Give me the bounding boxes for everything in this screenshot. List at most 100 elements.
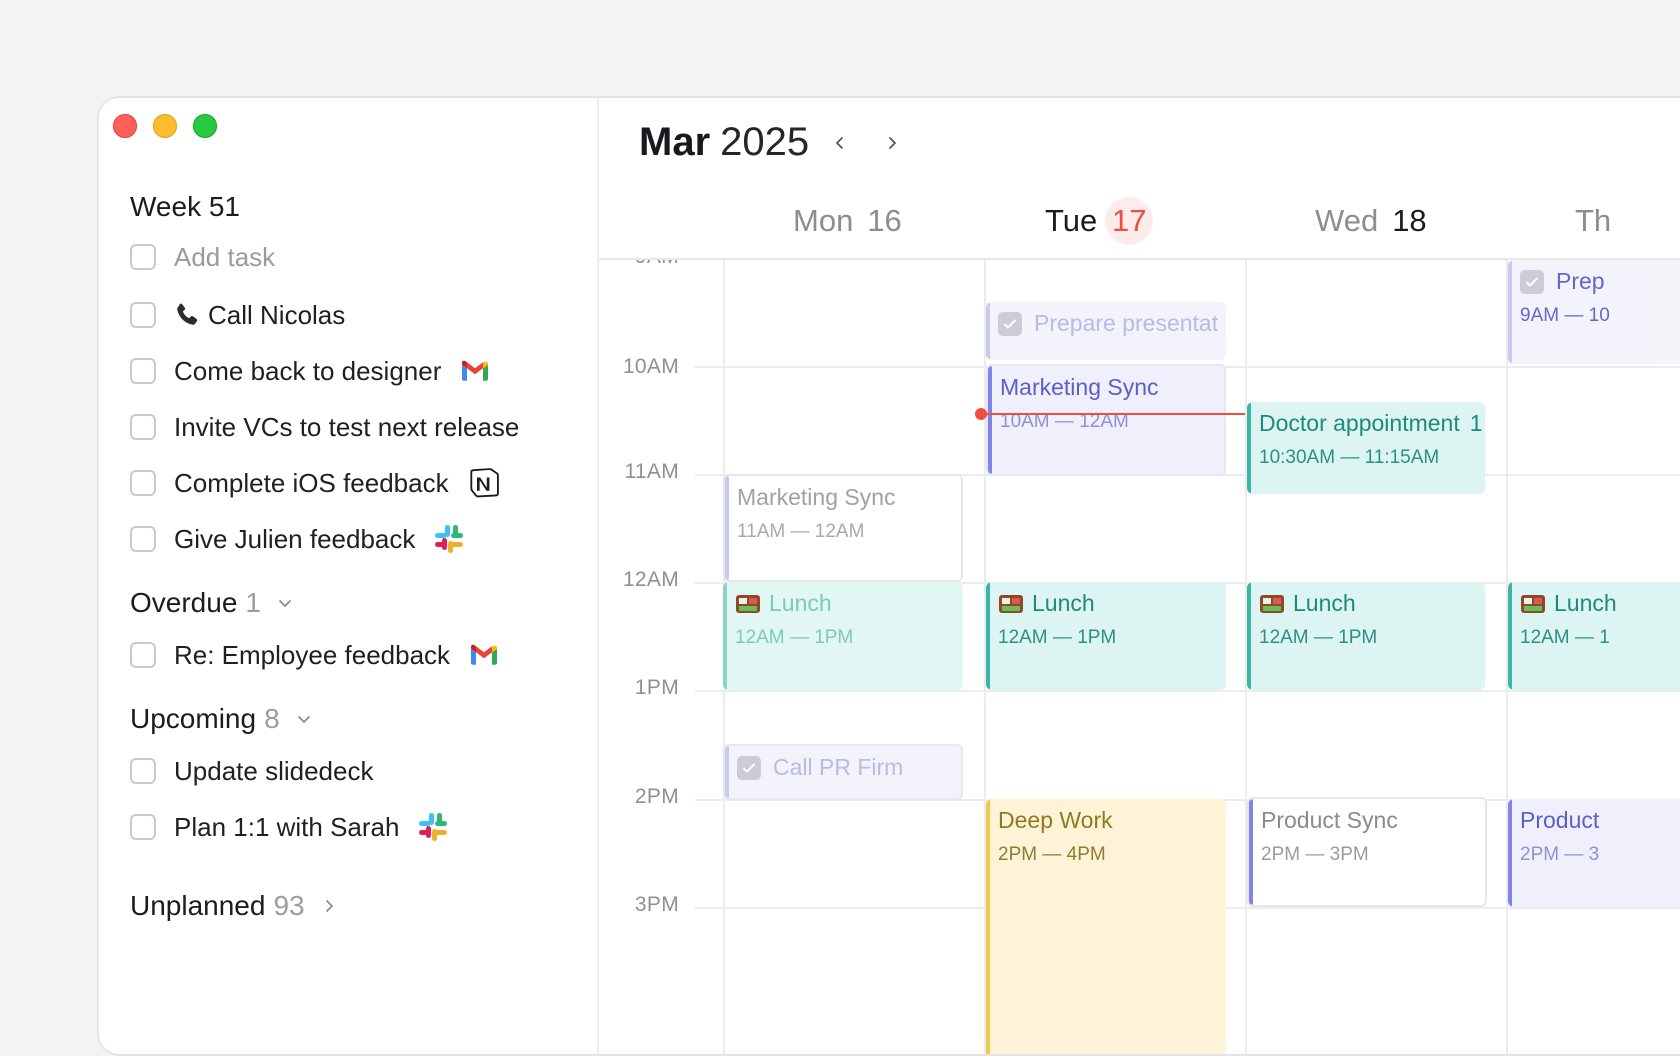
event-title-row: Lunch xyxy=(998,590,1226,617)
event-color-bar xyxy=(986,799,990,1054)
event-marketing-sync-mon[interactable]: Marketing Sync 11AM — 12AM xyxy=(723,474,963,582)
chevron-down-icon[interactable] xyxy=(296,711,312,727)
event-title-row: Call PR Firm xyxy=(737,754,961,781)
task-item[interactable]: Re: Employee feedback xyxy=(130,638,500,672)
unplanned-count: 93 xyxy=(273,890,305,921)
day-header-thu[interactable]: Th xyxy=(1575,196,1611,246)
event-title: Call PR Firm xyxy=(773,754,904,780)
task-checkbox[interactable] xyxy=(130,814,156,840)
chevron-right-icon[interactable] xyxy=(321,898,337,914)
task-checkbox[interactable] xyxy=(130,758,156,784)
add-task-item[interactable]: Add task xyxy=(130,240,275,274)
time-label: 2PM xyxy=(634,785,679,808)
event-color-bar xyxy=(725,746,729,798)
event-product-sync-thu[interactable]: Product 2PM — 3 xyxy=(1508,799,1680,907)
slack-icon xyxy=(435,525,464,553)
time-label: 12AM xyxy=(622,568,679,591)
day-number: 16 xyxy=(867,203,902,238)
section-upcoming-title: Upcoming xyxy=(130,703,257,734)
task-checkbox[interactable] xyxy=(130,470,156,496)
task-item[interactable]: Complete iOS feedback xyxy=(130,466,499,500)
today-badge: 17 xyxy=(1105,197,1154,245)
task-checkbox[interactable] xyxy=(130,414,156,440)
event-lunch-tue[interactable]: Lunch 12AM — 1PM xyxy=(986,582,1226,690)
event-lunch-mon[interactable]: Lunch 12AM — 1PM xyxy=(723,582,963,690)
event-title: Lunch xyxy=(1293,590,1356,616)
day-header-mon[interactable]: Mon 16 xyxy=(793,196,902,246)
task-item[interactable]: Plan 1:1 with Sarah xyxy=(130,810,449,844)
bento-icon xyxy=(1260,594,1284,613)
task-checkbox[interactable] xyxy=(130,526,156,552)
day-header-wed[interactable]: Wed 18 xyxy=(1315,196,1427,246)
section-upcoming[interactable]: Upcoming 8 xyxy=(130,703,312,735)
calendar-pane: Mar2025 Mon 16 Tue 17 Wed 18 Th 9AM 10AM xyxy=(599,98,1680,1054)
event-time: 12AM — 1PM xyxy=(735,627,854,648)
section-unplanned[interactable]: Unplanned 93 xyxy=(130,890,337,922)
task-checkbox[interactable] xyxy=(130,358,156,384)
event-color-bar xyxy=(1247,582,1251,690)
event-time: 9AM — 10 xyxy=(1520,305,1610,326)
day-header-tue[interactable]: Tue 17 xyxy=(1045,196,1154,246)
event-title: Lunch xyxy=(1554,590,1617,616)
event-time: 2PM — 4PM xyxy=(998,844,1106,865)
event-time: 12AM — 1 xyxy=(1520,627,1610,648)
event-lunch-wed[interactable]: Lunch 12AM — 1PM xyxy=(1247,582,1485,690)
event-title-row: Lunch xyxy=(735,590,963,617)
chevron-right-icon xyxy=(889,137,896,149)
task-label: Update slidedeck xyxy=(174,755,374,786)
time-label: 10AM xyxy=(622,355,679,378)
event-color-bar xyxy=(1508,799,1512,907)
overdue-count: 1 xyxy=(245,587,261,618)
event-prepare-presentation-thu[interactable]: Prep 9AM — 10 xyxy=(1508,260,1680,364)
event-prepare-presentation[interactable]: Prepare presentat xyxy=(986,302,1226,360)
task-label: Invite VCs to test next release xyxy=(174,411,520,442)
task-item[interactable]: Invite VCs to test next release xyxy=(130,410,519,444)
task-sidebar: Week 51 Add task Call Nicolas Come back … xyxy=(99,98,599,1054)
time-label: 9AM xyxy=(599,260,679,269)
section-overdue[interactable]: Overdue 1 xyxy=(130,587,293,619)
event-color-bar xyxy=(988,366,992,474)
next-week-button[interactable] xyxy=(875,126,909,160)
task-label: Complete iOS feedback xyxy=(174,467,449,498)
event-doctor-appointment[interactable]: Doctor appointment 1 10:30AM — 11:15AM xyxy=(1247,402,1485,494)
chevron-down-icon[interactable] xyxy=(277,595,293,611)
task-checkbox[interactable] xyxy=(130,302,156,328)
event-time: 12AM — 1PM xyxy=(1259,627,1378,648)
event-color-bar xyxy=(723,582,727,690)
task-item[interactable]: Call Nicolas xyxy=(130,298,345,332)
prev-week-button[interactable] xyxy=(823,126,857,160)
task-item[interactable]: Come back to designer xyxy=(130,354,491,388)
chevron-left-icon xyxy=(836,137,843,149)
month-year: 2025 xyxy=(720,120,810,164)
task-item[interactable]: Give Julien feedback xyxy=(130,522,465,556)
notion-icon xyxy=(469,468,499,498)
event-color-bar xyxy=(1508,582,1512,690)
task-checkbox[interactable] xyxy=(130,244,156,270)
event-title-row: Doctor appointment 1 xyxy=(1259,410,1485,437)
task-label: Plan 1:1 with Sarah xyxy=(174,811,400,842)
section-overdue-title: Overdue xyxy=(130,587,238,618)
event-time: 10:30AM — 11:15AM xyxy=(1259,447,1440,468)
time-label: 1PM xyxy=(634,676,679,699)
event-title-row: Prepare presentat xyxy=(998,310,1226,337)
task-label: Come back to designer xyxy=(174,355,442,386)
task-item[interactable]: Update slidedeck xyxy=(130,754,373,788)
time-grid[interactable]: 9AM 10AM 11AM 12AM 1PM 2PM 3PM xyxy=(599,260,1680,1054)
event-deep-work[interactable]: Deep Work 2PM — 4PM xyxy=(986,799,1226,1054)
event-title: Lunch xyxy=(1032,590,1095,616)
event-title-suffix: 1 xyxy=(1469,410,1483,436)
bento-icon xyxy=(999,594,1023,613)
event-time: 2PM — 3 xyxy=(1520,844,1600,865)
day-number: 18 xyxy=(1392,203,1427,238)
event-title-row: Lunch xyxy=(1259,590,1485,617)
event-title: Deep Work xyxy=(998,807,1113,833)
task-checkbox[interactable] xyxy=(130,642,156,668)
event-lunch-thu[interactable]: Lunch 12AM — 1 xyxy=(1508,582,1680,690)
section-week-title: Week 51 xyxy=(130,191,240,222)
event-call-pr-firm[interactable]: Call PR Firm xyxy=(723,744,963,800)
time-label: 11AM xyxy=(624,460,679,483)
event-marketing-sync-tue[interactable]: Marketing Sync 10AM — 12AM xyxy=(986,364,1226,476)
add-task-input[interactable]: Add task xyxy=(174,242,275,273)
event-title: Marketing Sync xyxy=(1000,374,1159,400)
event-product-sync-wed[interactable]: Product Sync 2PM — 3PM xyxy=(1247,797,1487,907)
